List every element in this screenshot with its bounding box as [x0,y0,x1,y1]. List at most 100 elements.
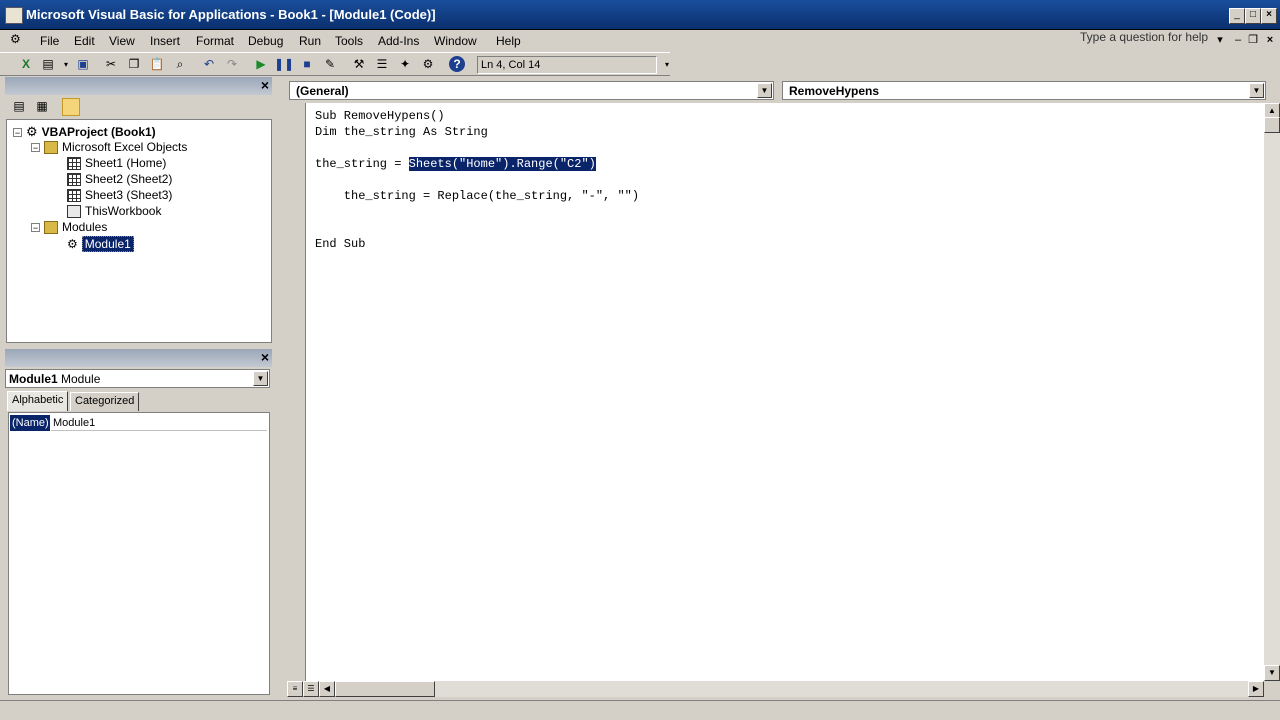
project-explorer-header [5,77,272,95]
procedure-view-icon[interactable]: ≡ [287,681,303,697]
object-combo[interactable]: (General) ▼ [289,81,774,100]
tree-node-sheet1[interactable]: Sheet1 (Home) [67,156,166,170]
tree-node-module1[interactable]: ⚙ Module1 [67,236,134,252]
workbook-icon [67,204,81,218]
help-question-box[interactable]: Type a question for help [1080,30,1208,44]
menu-view[interactable]: View [109,34,135,48]
code-line-4[interactable]: the_string = Replace(the_string, "-", ""… [315,189,639,203]
insert-module-icon[interactable]: ▤ [40,56,56,72]
minimize-button[interactable]: _ [1229,8,1245,24]
close-button[interactable]: × [1261,8,1277,24]
chevron-down-icon[interactable]: ▼ [1249,83,1264,98]
properties-close-icon[interactable]: × [258,350,272,365]
cursor-position-display: Ln 4, Col 14 [477,56,657,74]
standard-toolbar: X ▤ ▾ ▣ ✂ ❐ 📋 ⌕ ↶ ↷ ▶ ❚❚ ■ ✎ ⚒ ☰ ✦ ⚙ ? L… [0,52,670,76]
help-icon[interactable]: ? [449,56,465,72]
vertical-scrollbar[interactable]: ▲ ▼ [1264,103,1280,681]
property-name-key[interactable]: (Name) [10,415,50,431]
menu-window[interactable]: Window [434,34,477,48]
full-module-view-icon[interactable]: ☰ [303,681,319,697]
collapse-icon[interactable]: − [31,222,40,232]
procedure-combo[interactable]: RemoveHypens ▼ [782,81,1266,100]
code-line-3[interactable]: the_string = Sheets("Home").Range("C2") [315,157,596,171]
view-code-icon[interactable]: ▤ [11,98,27,114]
paste-icon[interactable]: 📋 [149,56,165,72]
menu-file[interactable]: File [40,34,59,48]
help-dropdown-icon[interactable]: ▾ [1212,32,1228,48]
menu-tools[interactable]: Tools [335,34,363,48]
code-line-5[interactable]: End Sub [315,237,365,251]
mdi-minimize-button[interactable]: – [1230,32,1246,48]
title-bar: Microsoft Visual Basic for Applications … [0,0,1280,30]
vba-app-icon[interactable] [5,7,23,24]
code-line-1[interactable]: Sub RemoveHypens() [315,109,445,123]
menu-add-ins[interactable]: Add-Ins [378,34,419,48]
tab-categorized[interactable]: Categorized [70,392,140,411]
scroll-right-icon[interactable]: ▶ [1248,681,1264,697]
run-icon[interactable]: ▶ [253,56,269,72]
mdi-close-button[interactable]: × [1262,32,1278,48]
worksheet-icon [67,156,81,170]
code-combo-bar: (General) ▼ RemoveHypens ▼ [287,79,1280,103]
project-explorer-toolbar: ▤ ▦ [5,95,272,117]
menu-app-icon[interactable]: ⚙ [10,32,30,50]
code-margin-bar[interactable] [287,103,305,681]
property-name-value[interactable]: Module1 [51,415,267,431]
worksheet-icon [67,188,81,202]
menu-debug[interactable]: Debug [248,34,283,48]
menu-run[interactable]: Run [299,34,321,48]
horizontal-scrollbar[interactable]: ≡ ☰ ◀ ▶ [287,681,1264,697]
tree-node-modules[interactable]: − Modules [31,220,107,234]
tree-node-project[interactable]: − ⚙ VBAProject (Book1) [13,124,156,140]
toggle-folders-icon[interactable] [62,98,80,116]
insert-dropdown-icon[interactable]: ▾ [58,56,74,72]
view-excel-icon[interactable]: X [18,56,34,72]
maximize-button[interactable]: □ [1245,8,1261,24]
scroll-left-icon[interactable]: ◀ [319,681,335,697]
menu-insert[interactable]: Insert [150,34,180,48]
project-explorer-icon[interactable]: ⚒ [351,56,367,72]
collapse-icon[interactable]: − [31,142,40,152]
find-icon[interactable]: ⌕ [172,56,188,72]
chevron-down-icon[interactable]: ▼ [253,371,268,386]
vbaproject-icon: ⚙ [26,124,38,139]
properties-header [5,349,272,367]
folder-icon [44,140,58,154]
scroll-down-icon[interactable]: ▼ [1264,665,1280,681]
cut-icon[interactable]: ✂ [103,56,119,72]
tab-alphabetic[interactable]: Alphabetic [7,391,69,411]
window-title: Microsoft Visual Basic for Applications … [26,7,436,22]
toolbox-icon[interactable]: ⚙ [420,56,436,72]
tree-node-sheet3[interactable]: Sheet3 (Sheet3) [67,188,172,202]
undo-icon[interactable]: ↶ [201,56,217,72]
tree-node-sheet2[interactable]: Sheet2 (Sheet2) [67,172,172,186]
horizontal-scroll-thumb[interactable] [335,681,435,697]
menu-format[interactable]: Format [196,34,234,48]
break-icon[interactable]: ❚❚ [274,56,294,72]
redo-icon[interactable]: ↷ [224,56,240,72]
tree-node-excel-objects[interactable]: − Microsoft Excel Objects [31,140,187,154]
code-line-2[interactable]: Dim the_string As String [315,125,488,139]
reset-icon[interactable]: ■ [299,56,315,72]
mdi-restore-button[interactable]: ❐ [1245,32,1261,48]
status-bar [0,700,1280,720]
design-mode-icon[interactable]: ✎ [322,56,338,72]
menu-edit[interactable]: Edit [74,34,95,48]
project-tree: − ⚙ VBAProject (Book1) − Microsoft Excel… [6,119,272,343]
save-icon[interactable]: ▣ [75,56,91,72]
chevron-down-icon[interactable]: ▼ [757,83,772,98]
vertical-scroll-thumb[interactable] [1264,117,1280,133]
selected-text: Sheets("Home").Range("C2") [408,157,596,171]
properties-window-icon[interactable]: ☰ [374,56,390,72]
module-icon: ⚙ [67,237,78,251]
toolbar-options-icon[interactable]: ▾ [659,56,675,72]
properties-grid: (Name) Module1 [8,412,270,695]
view-object-icon[interactable]: ▦ [34,98,50,114]
properties-object-combo[interactable]: Module1 Module ▼ [5,369,270,388]
copy-icon[interactable]: ❐ [126,56,142,72]
tree-node-thisworkbook[interactable]: ThisWorkbook [67,204,161,218]
menu-help[interactable]: Help [496,34,521,48]
object-browser-icon[interactable]: ✦ [397,56,413,72]
project-explorer-close-icon[interactable]: × [258,78,272,93]
collapse-icon[interactable]: − [13,127,22,137]
